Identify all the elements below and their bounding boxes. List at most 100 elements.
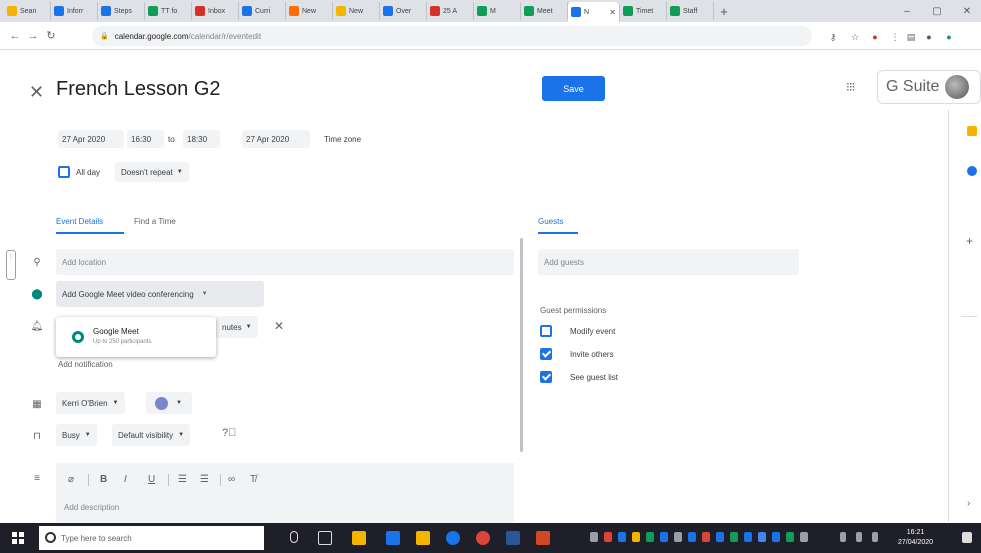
bulleted-list-icon[interactable]: ☰ bbox=[200, 474, 209, 485]
tray-icon[interactable] bbox=[646, 532, 654, 542]
numbered-list-icon[interactable]: ☰ bbox=[178, 474, 187, 485]
maximize-icon[interactable]: ▢ bbox=[922, 0, 952, 22]
save-button[interactable]: Save bbox=[542, 76, 605, 101]
browser-tab[interactable]: New bbox=[333, 2, 380, 20]
microphone-icon[interactable] bbox=[290, 531, 298, 543]
close-event-icon[interactable]: ✕ bbox=[29, 82, 44, 103]
italic-icon[interactable]: I bbox=[124, 474, 127, 485]
add-meet-conferencing-button[interactable]: Add Google Meet video conferencing ▼ bbox=[56, 281, 264, 307]
tray-icon[interactable] bbox=[688, 532, 696, 542]
google-meet-option[interactable]: Google Meet Up to 250 participants bbox=[56, 317, 216, 357]
guest-permission-checkbox[interactable] bbox=[540, 348, 552, 360]
new-tab-button[interactable]: + bbox=[714, 4, 734, 19]
browser-tab[interactable]: Sean bbox=[4, 2, 51, 20]
reload-icon[interactable]: ↻ bbox=[42, 29, 60, 42]
edge-icon[interactable] bbox=[386, 531, 400, 545]
volume-icon[interactable] bbox=[872, 532, 878, 542]
timezone-link[interactable]: Time zone bbox=[320, 130, 365, 148]
tray-icon[interactable] bbox=[660, 532, 668, 542]
guest-permission-checkbox[interactable] bbox=[540, 371, 552, 383]
extension-icon[interactable]: ▤ bbox=[904, 30, 918, 44]
visibility-dropdown[interactable]: Default visibility ▼ bbox=[112, 424, 191, 446]
browser-tab[interactable]: Meet bbox=[521, 2, 568, 20]
windows-start-icon[interactable] bbox=[12, 532, 24, 544]
word-icon[interactable] bbox=[506, 531, 520, 545]
tray-icon[interactable] bbox=[632, 532, 640, 542]
tray-icon[interactable] bbox=[716, 532, 724, 542]
side-drag-handle[interactable]: ⋮ bbox=[6, 250, 16, 280]
tray-icon[interactable] bbox=[590, 532, 598, 542]
task-view-icon[interactable] bbox=[318, 531, 332, 545]
store-icon[interactable] bbox=[416, 531, 430, 545]
back-icon[interactable]: ← bbox=[6, 30, 24, 42]
apps-grid-icon[interactable]: ⁝⁝⁝ bbox=[846, 80, 856, 94]
browser-tab[interactable]: TT fo bbox=[145, 2, 192, 20]
browser-tab[interactable]: New bbox=[286, 2, 333, 20]
taskbar-clock[interactable]: 16:21 27/04/2020 bbox=[898, 528, 933, 548]
tab-find-a-time[interactable]: Find a Time bbox=[134, 217, 176, 226]
bookmark-star-icon[interactable]: ☆ bbox=[848, 30, 862, 44]
repeat-dropdown[interactable]: Doesn't repeat ▼ bbox=[115, 162, 189, 182]
clear-formatting-icon[interactable]: T̸ bbox=[250, 474, 256, 485]
address-bar[interactable]: 🔒 calendar.google.com /calendar/r/evente… bbox=[92, 26, 812, 46]
tasks-icon[interactable] bbox=[967, 166, 977, 176]
powerpoint-icon[interactable] bbox=[536, 531, 550, 545]
remove-notification-icon[interactable]: ✕ bbox=[274, 319, 284, 333]
battery-icon[interactable] bbox=[856, 532, 862, 542]
taskbar-search-input[interactable]: Type here to search bbox=[39, 526, 264, 550]
browser-tab[interactable]: M bbox=[474, 2, 521, 20]
start-time-field[interactable]: 16:30 bbox=[127, 130, 164, 148]
tab-guests[interactable]: Guests bbox=[538, 217, 563, 226]
close-tab-icon[interactable]: ✕ bbox=[609, 8, 616, 17]
tray-icon[interactable] bbox=[618, 532, 626, 542]
underline-icon[interactable]: U bbox=[148, 474, 155, 485]
extension-puzzle-icon[interactable]: ⋮ bbox=[888, 30, 902, 44]
browser-tab[interactable]: N ✕ bbox=[568, 2, 620, 22]
tray-icon[interactable] bbox=[604, 532, 612, 542]
browser-tab[interactable]: 25 A bbox=[427, 2, 474, 20]
attachment-icon[interactable]: ⌀ bbox=[68, 474, 74, 485]
network-icon[interactable] bbox=[840, 532, 846, 542]
description-editor[interactable] bbox=[56, 463, 514, 523]
notification-unit-dropdown[interactable]: nutes ▼ bbox=[216, 316, 258, 338]
tray-icon[interactable] bbox=[758, 532, 766, 542]
tray-icon[interactable] bbox=[786, 532, 794, 542]
chevron-right-icon[interactable]: › bbox=[967, 498, 970, 509]
end-date-field[interactable]: 27 Apr 2020 bbox=[242, 130, 310, 148]
window-close-icon[interactable]: ✕ bbox=[952, 0, 981, 22]
profile-avatar-icon[interactable]: ● bbox=[922, 30, 936, 44]
browser-tab[interactable]: Inbox bbox=[192, 2, 239, 20]
file-explorer-icon[interactable] bbox=[352, 531, 366, 545]
browser-tab[interactable]: Curri bbox=[239, 2, 286, 20]
all-day-checkbox[interactable] bbox=[58, 166, 70, 178]
event-title-input[interactable]: French Lesson G2 bbox=[56, 78, 221, 101]
event-color-dropdown[interactable]: ▼ bbox=[146, 392, 192, 414]
bold-icon[interactable]: B bbox=[100, 474, 107, 485]
tray-icon[interactable] bbox=[744, 532, 752, 542]
app-icon[interactable] bbox=[446, 531, 460, 545]
availability-dropdown[interactable]: Busy ▼ bbox=[56, 424, 97, 446]
details-scrollbar[interactable] bbox=[520, 238, 523, 452]
add-guests-input[interactable]: Add guests bbox=[538, 249, 799, 275]
browser-tab[interactable]: Inforr bbox=[51, 2, 98, 20]
minimize-icon[interactable]: – bbox=[892, 0, 922, 22]
tray-icon[interactable] bbox=[800, 532, 808, 542]
location-input[interactable]: Add location bbox=[56, 249, 514, 275]
browser-tab[interactable]: Steps bbox=[98, 2, 145, 20]
key-icon[interactable]: ⚷ bbox=[826, 30, 840, 44]
browser-tab[interactable]: Timet bbox=[620, 2, 667, 20]
tray-icon[interactable] bbox=[702, 532, 710, 542]
notifications-icon[interactable] bbox=[962, 532, 972, 543]
link-icon[interactable]: ∞ bbox=[228, 474, 235, 485]
chrome-icon[interactable] bbox=[476, 531, 490, 545]
keep-icon[interactable] bbox=[967, 126, 977, 136]
calendar-owner-dropdown[interactable]: Kerri O'Brien ▼ bbox=[56, 392, 125, 414]
end-time-field[interactable]: 18:30 bbox=[183, 130, 220, 148]
extension-icon[interactable]: ● bbox=[942, 30, 956, 44]
tray-icon[interactable] bbox=[772, 532, 780, 542]
browser-tab[interactable]: Staff bbox=[667, 2, 714, 20]
add-addon-icon[interactable]: + bbox=[966, 234, 973, 248]
help-icon[interactable]: ?⃝ bbox=[222, 427, 236, 439]
browser-tab[interactable]: Over bbox=[380, 2, 427, 20]
extension-icon[interactable]: ● bbox=[868, 30, 882, 44]
